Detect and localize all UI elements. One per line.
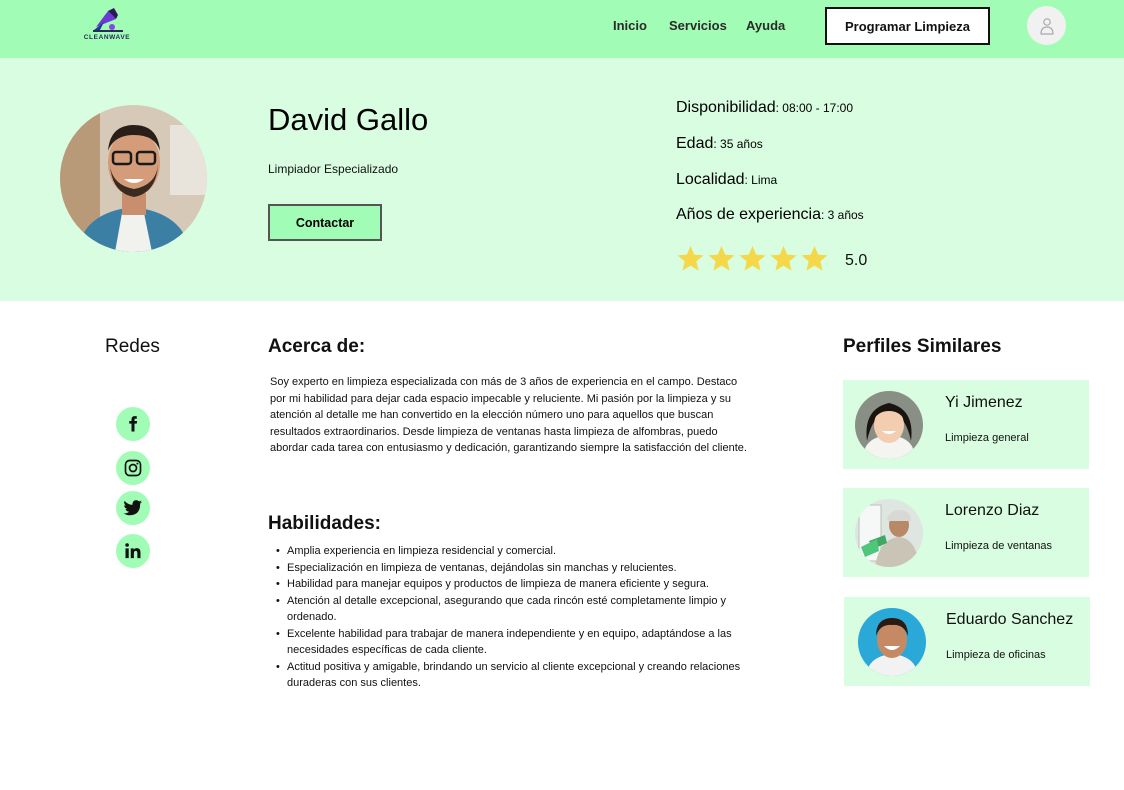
skills-title: Habilidades: [268, 513, 381, 534]
cleanwave-logo[interactable]: CLEANWAVE [80, 5, 136, 45]
skill-item: Atención al detalle excepcional, asegura… [276, 593, 766, 626]
programar-limpieza-button[interactable]: Programar Limpieza [825, 7, 990, 45]
nav-servicios[interactable]: Servicios [669, 18, 727, 33]
similar-profile-job: Limpieza general [945, 432, 1029, 444]
twitter-link[interactable] [116, 491, 150, 525]
instagram-icon [124, 459, 142, 477]
info-experience: Años de experiencia: 3 años [676, 206, 864, 224]
skill-item: Actitud positiva y amigable, brindando u… [276, 659, 766, 692]
star-icon [677, 245, 704, 271]
skill-item: Especialización en limpieza de ventanas,… [276, 560, 766, 577]
facebook-icon [129, 416, 138, 432]
similar-profile-avatar [855, 391, 923, 459]
similar-profile-card[interactable]: Yi Jimenez Limpieza general [843, 380, 1089, 469]
info-value: : 35 años [713, 137, 763, 151]
similar-profile-photo [855, 499, 923, 567]
skills-list: Amplia experiencia en limpieza residenci… [276, 543, 766, 692]
contact-button[interactable]: Contactar [268, 204, 382, 241]
rating-value: 5.0 [845, 252, 868, 269]
similar-profile-job: Limpieza de ventanas [945, 540, 1053, 552]
nav-inicio[interactable]: Inicio [613, 18, 647, 33]
info-age: Edad: 35 años [676, 135, 763, 153]
instagram-link[interactable] [116, 451, 150, 485]
info-value: : 08:00 - 17:00 [775, 101, 854, 115]
redes-title: Redes [105, 336, 160, 357]
similar-profile-name: Eduardo Sanchez [946, 611, 1074, 628]
logo-icon [93, 8, 123, 32]
skill-item: Amplia experiencia en limpieza residenci… [276, 543, 766, 560]
facebook-link[interactable] [116, 407, 150, 441]
user-icon [1039, 17, 1054, 35]
info-label: Disponibilidad [676, 99, 776, 116]
info-value: : Lima [744, 173, 778, 187]
star-icon [801, 245, 828, 271]
star-icon [739, 245, 766, 271]
info-label: Localidad [676, 171, 745, 188]
profile-name: David Gallo [268, 102, 429, 137]
similar-profiles-title: Perfiles Similares [843, 336, 1002, 357]
twitter-icon [123, 500, 143, 516]
profile-avatar [60, 105, 207, 252]
similar-profile-avatar [855, 499, 923, 567]
similar-profile-job: Limpieza de oficinas [946, 649, 1046, 661]
profile-role: Limpiador Especializado [268, 162, 399, 176]
linkedin-link[interactable] [116, 534, 150, 568]
skill-item: Excelente habilidad para trabajar de man… [276, 626, 766, 659]
brand-name: CLEANWAVE [83, 34, 131, 41]
info-location: Localidad: Lima [676, 171, 777, 189]
info-label: Años de experiencia [676, 206, 821, 223]
skill-item: Habilidad para manejar equipos y product… [276, 576, 766, 593]
about-text: Soy experto en limpieza especializada co… [270, 376, 747, 454]
similar-profile-name: Yi Jimenez [945, 394, 1023, 411]
similar-profile-name: Lorenzo Diaz [945, 502, 1040, 519]
star-rating [676, 244, 829, 273]
similar-profile-avatar [858, 608, 926, 676]
linkedin-icon [125, 543, 141, 559]
info-availability: Disponibilidad: 08:00 - 17:00 [676, 99, 853, 117]
similar-profile-photo [858, 608, 926, 676]
user-account-button[interactable] [1027, 6, 1066, 45]
info-label: Edad [676, 135, 714, 152]
info-value: : 3 años [820, 208, 864, 222]
profile-photo [60, 105, 207, 252]
about-title: Acerca de: [268, 336, 366, 357]
similar-profile-card[interactable]: Lorenzo Diaz Limpieza de ventanas [843, 488, 1089, 577]
star-icon [770, 245, 797, 271]
similar-profile-photo [855, 391, 923, 459]
similar-profile-card[interactable]: Eduardo Sanchez Limpieza de oficinas [844, 597, 1090, 686]
nav-ayuda[interactable]: Ayuda [746, 18, 785, 33]
star-icon [708, 245, 735, 271]
top-navbar: CLEANWAVE Inicio Servicios Ayuda Program… [0, 0, 1124, 58]
